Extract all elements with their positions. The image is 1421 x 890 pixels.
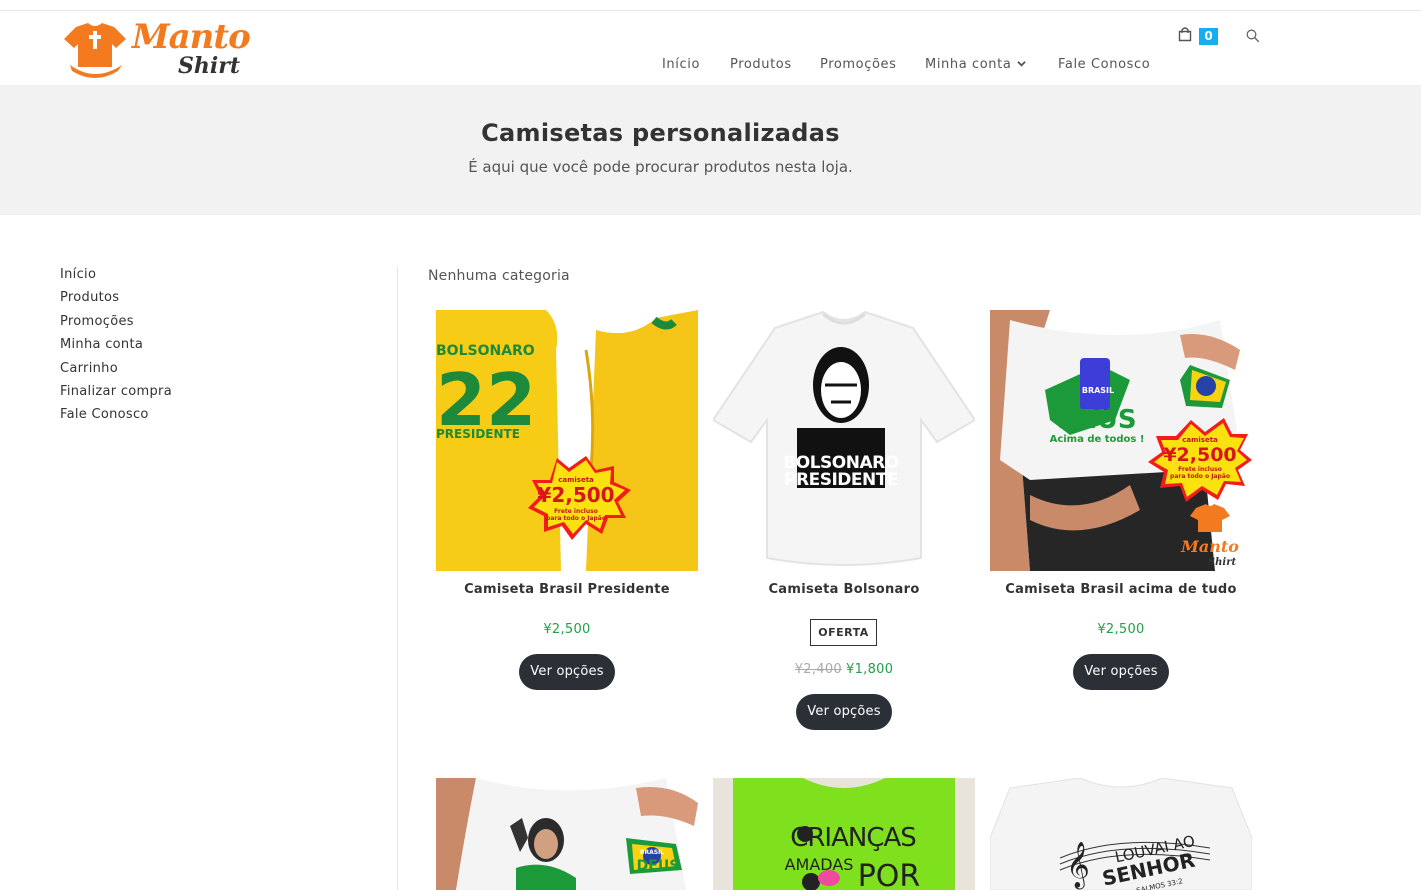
product-image[interactable]: CRIANÇAS AMADAS POR (713, 778, 975, 890)
shirt-name-text: BOLSONARO (436, 343, 535, 359)
cart-button[interactable] (1178, 26, 1192, 46)
shirt-bolsonaro-image: BOLSONARO PRESIDENTE (713, 310, 975, 571)
shopping-bag-icon (1178, 27, 1192, 42)
current-price: ¥1,800 (846, 662, 894, 677)
category-note: Nenhuma categoria (428, 268, 570, 284)
burst-note: para todo o Japão (546, 515, 606, 522)
sidebar-item-inicio[interactable]: Início (60, 266, 380, 289)
search-button[interactable] (1246, 28, 1260, 47)
product-price: ¥2,400 ¥1,800 (713, 662, 975, 677)
product-image[interactable]: BOLSONARO 22 PRESIDENTE camiseta ¥2,500 … (436, 310, 698, 571)
shirt-criancas-image: CRIANÇAS AMADAS POR (713, 778, 975, 890)
print-brasil: BRASIL (640, 849, 664, 856)
print-acima: Acima de todos ! (1050, 434, 1145, 445)
print-deus: DEUS (637, 858, 680, 874)
sidebar-item-produtos[interactable]: Produtos (60, 289, 380, 312)
print-brasil: BRASIL (1082, 386, 1114, 395)
nav-produtos[interactable]: Produtos (730, 57, 792, 72)
product-image[interactable]: BRASIL DEUS Acima de todos ! camiseta ¥2… (990, 310, 1252, 571)
print-deus: DEUS (1057, 405, 1136, 435)
product-price: ¥2,500 (990, 622, 1252, 637)
old-price: ¥2,400 (794, 662, 842, 677)
sidebar-item-carrinho[interactable]: Carrinho (60, 360, 380, 383)
burst-note: para todo o Japão (1170, 473, 1230, 480)
shirt-brasil-acima-image: BRASIL DEUS Acima de todos ! camiseta ¥2… (990, 310, 1252, 571)
product-price: ¥2,500 (436, 622, 698, 637)
product-title[interactable]: Camiseta Bolsonaro (693, 582, 995, 597)
music-clef-icon: 𝄞 (1066, 842, 1090, 890)
site-header: Manto Shirt (0, 11, 1421, 85)
nav-minha-conta-label: Minha conta (925, 57, 1012, 72)
shirt-print-line2: PRESIDENTE (784, 470, 898, 490)
product-image[interactable]: BRASIL DEUS (436, 778, 698, 890)
nav-promocoes[interactable]: Promoções (820, 57, 897, 72)
product-title[interactable]: Camiseta Brasil acima de tudo (970, 582, 1272, 597)
burst-price: ¥2,500 (1163, 444, 1236, 466)
nav-fale-conosco[interactable]: Fale Conosco (1058, 57, 1150, 72)
nav-minha-conta[interactable]: Minha conta (925, 57, 1027, 72)
cart-count-badge: 0 (1199, 28, 1218, 45)
sidebar-item-promocoes[interactable]: Promoções (60, 313, 380, 336)
sale-badge: OFERTA (810, 619, 877, 646)
shirt-role-text: PRESIDENTE (436, 427, 520, 441)
page-title: Camisetas personalizadas (481, 119, 840, 147)
shirt-print-line3: POR (858, 859, 921, 890)
burst-price: ¥2,500 (537, 483, 614, 507)
burst-note: Frete incluso (554, 508, 598, 515)
sidebar-divider (397, 266, 398, 890)
mini-logo-text: Shirt (1208, 557, 1237, 568)
mini-logo-text: Manto (1180, 537, 1239, 556)
burst-note: Frete incluso (1178, 466, 1222, 473)
view-options-button[interactable]: Ver opções (796, 694, 892, 730)
shirt-louvai-image: 𝄞 LOUVAI AO SENHOR SALMOS 33:2 (990, 778, 1252, 890)
product-image[interactable]: 𝄞 LOUVAI AO SENHOR SALMOS 33:2 (990, 778, 1252, 890)
product-image[interactable]: BOLSONARO PRESIDENTE (713, 310, 975, 571)
shirt-brasil-presidente-image: BOLSONARO 22 PRESIDENTE camiseta ¥2,500 … (436, 310, 698, 571)
page-header-band: Camisetas personalizadas É aqui que você… (0, 85, 1421, 215)
view-options-button[interactable]: Ver opções (1073, 654, 1169, 690)
sidebar-item-fale-conosco[interactable]: Fale Conosco (60, 406, 380, 429)
product-title[interactable]: Camiseta Brasil Presidente (416, 582, 718, 597)
sidebar-menu: Início Produtos Promoções Minha conta Ca… (60, 266, 380, 430)
current-price: ¥2,500 (543, 622, 591, 637)
burst-label: camiseta (1182, 436, 1218, 444)
nav-inicio[interactable]: Início (662, 57, 700, 72)
site-logo[interactable]: Manto Shirt (60, 15, 251, 83)
sidebar-item-finalizar-compra[interactable]: Finalizar compra (60, 383, 380, 406)
view-options-button[interactable]: Ver opções (519, 654, 615, 690)
current-price: ¥2,500 (1097, 622, 1145, 637)
sidebar-item-minha-conta[interactable]: Minha conta (60, 336, 380, 359)
logo-text-sub: Shirt (178, 53, 240, 79)
search-icon (1246, 29, 1260, 43)
shirt-print-line2: AMADAS (785, 855, 854, 874)
chevron-down-icon (1017, 61, 1027, 67)
page-subtitle: É aqui que você pode procurar produtos n… (468, 158, 853, 176)
shirt-bolsonaro-deus-image: BRASIL DEUS (436, 778, 698, 890)
